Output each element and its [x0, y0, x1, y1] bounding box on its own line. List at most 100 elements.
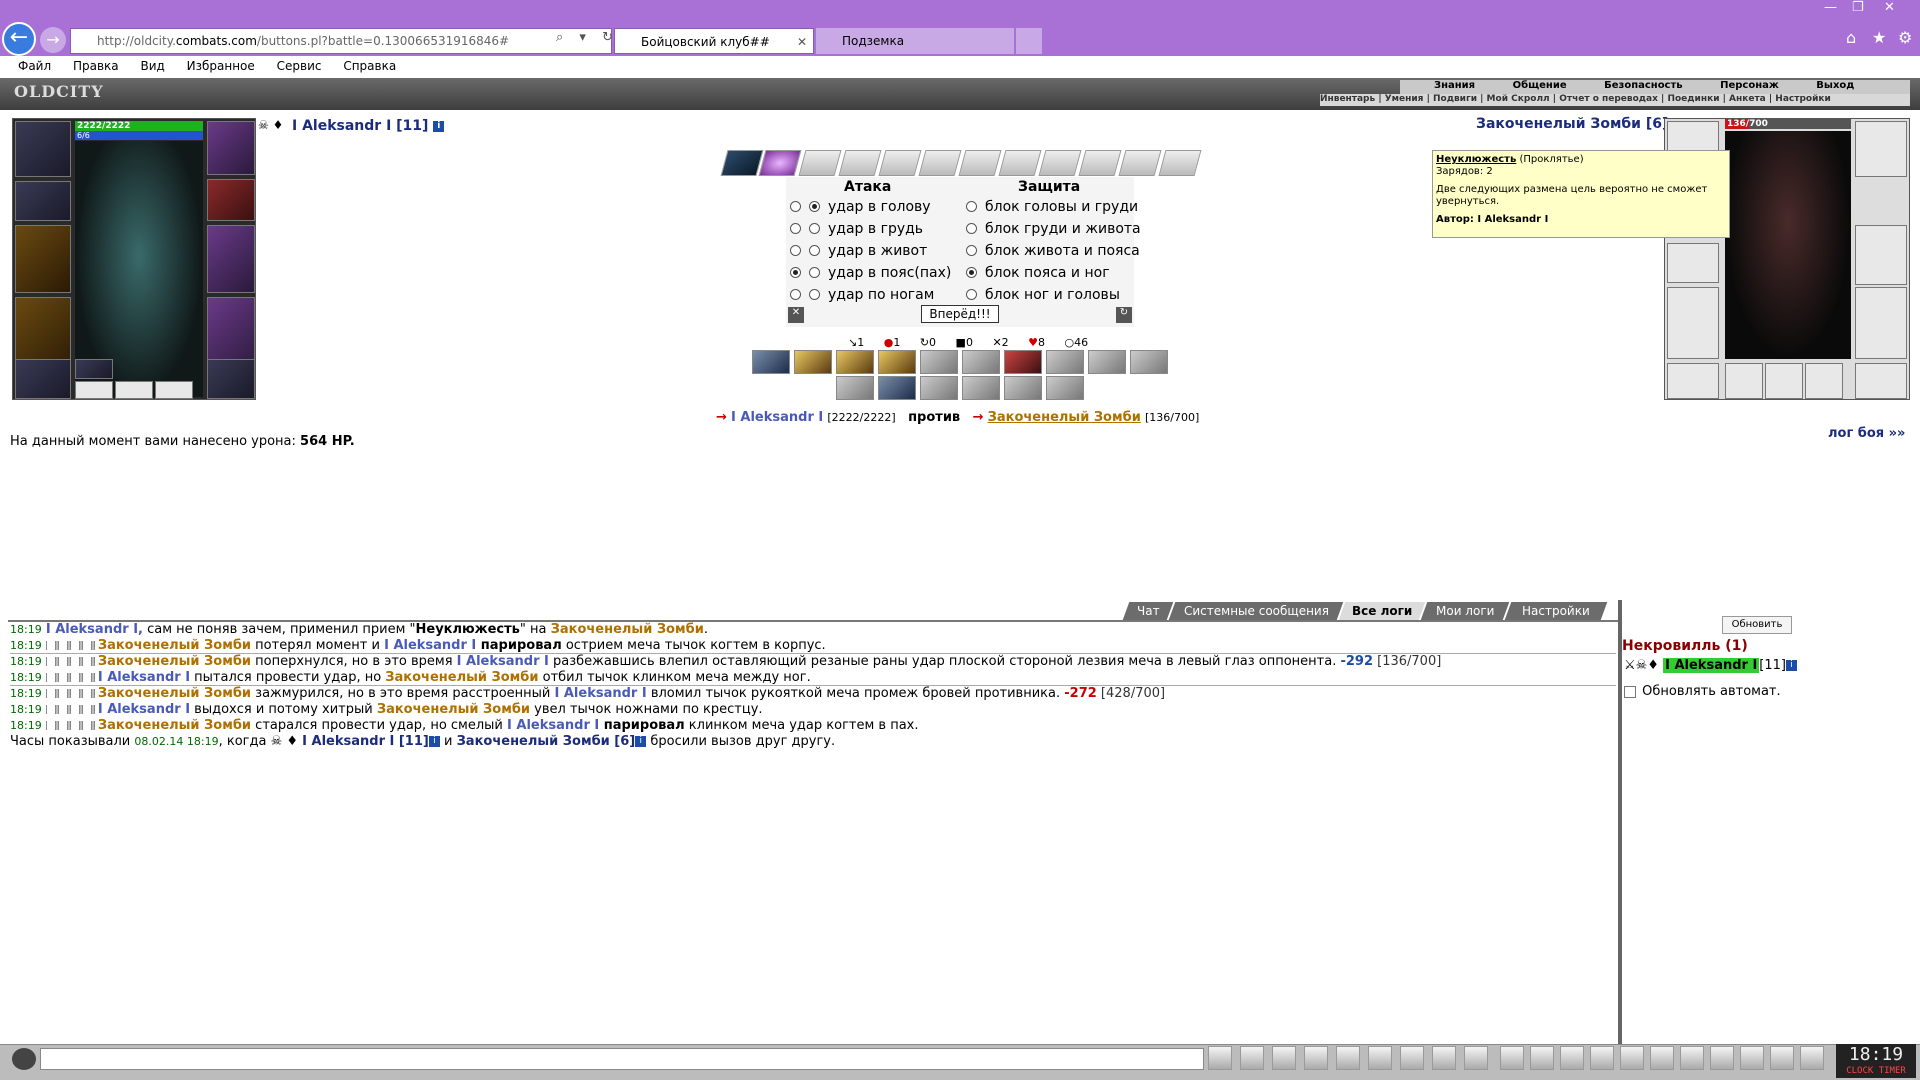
- amulet-icon[interactable]: [1590, 1046, 1614, 1070]
- nav-exit[interactable]: Выход: [1816, 80, 1854, 91]
- armor-slot[interactable]: [1667, 287, 1719, 359]
- skill-slot[interactable]: [1118, 150, 1162, 176]
- search-icon[interactable]: ⌕ ▾ ↻: [556, 30, 619, 45]
- tactic-button[interactable]: [794, 350, 832, 374]
- attack-radio[interactable]: [809, 244, 820, 256]
- menu-file[interactable]: Файл: [18, 59, 51, 73]
- tactic-button[interactable]: [1046, 376, 1084, 400]
- vs-enemy[interactable]: Закоченелый Зомби: [988, 410, 1141, 425]
- sound-icon[interactable]: [1400, 1046, 1424, 1070]
- refresh-button[interactable]: Обновить: [1722, 616, 1792, 634]
- ring-slot[interactable]: [1805, 363, 1843, 399]
- tactic-button[interactable]: [962, 350, 1000, 374]
- info-icon[interactable]: i: [433, 120, 445, 132]
- skill-slot[interactable]: [1038, 150, 1082, 176]
- weapon-slot[interactable]: [15, 225, 71, 293]
- ring-slot[interactable]: [75, 359, 113, 379]
- info-icon[interactable]: i: [1785, 660, 1797, 671]
- alt-attack-radio[interactable]: [790, 222, 801, 234]
- auto-refresh-checkbox[interactable]: [1624, 685, 1636, 698]
- chat-input[interactable]: [40, 1048, 1204, 1070]
- empty-slot[interactable]: [155, 381, 193, 399]
- skill-slot-active[interactable]: [758, 150, 802, 176]
- block-radio[interactable]: [966, 288, 977, 300]
- forward-button[interactable]: →: [40, 27, 66, 53]
- tactic-button[interactable]: [1046, 350, 1084, 374]
- translit-icon[interactable]: [1368, 1046, 1392, 1070]
- attack-option-head[interactable]: удар в голову: [790, 199, 931, 215]
- smile-icon[interactable]: [1432, 1046, 1456, 1070]
- attack-radio[interactable]: [809, 200, 820, 212]
- minimize-icon[interactable]: —: [1824, 0, 1837, 15]
- tab-all-logs[interactable]: Все логи: [1338, 602, 1426, 620]
- belt-slot[interactable]: [15, 359, 71, 399]
- camera-icon[interactable]: [1464, 1046, 1488, 1070]
- potion-icon[interactable]: [1560, 1046, 1584, 1070]
- alt-attack-radio[interactable]: [790, 244, 801, 256]
- filter-icon[interactable]: [1272, 1046, 1296, 1070]
- attack-radio[interactable]: [809, 288, 820, 300]
- nav-knowledge[interactable]: Знания: [1434, 80, 1475, 91]
- amulet-slot[interactable]: [1855, 121, 1907, 177]
- tactic-button[interactable]: [962, 376, 1000, 400]
- message-icon[interactable]: [1770, 1046, 1794, 1070]
- attack-radio[interactable]: [809, 222, 820, 234]
- attack-option-groin[interactable]: удар в пояс(пах): [790, 265, 951, 281]
- block-option[interactable]: блок головы и груди: [966, 199, 1138, 215]
- nav-communication[interactable]: Общение: [1513, 80, 1567, 91]
- tactic-button[interactable]: [878, 376, 916, 400]
- tab-settings[interactable]: Настройки: [1504, 602, 1608, 620]
- new-tab-button[interactable]: [1016, 28, 1042, 54]
- shield-icon[interactable]: ✕: [788, 307, 804, 323]
- skill-slot[interactable]: [918, 150, 962, 176]
- tactic-button[interactable]: [1088, 350, 1126, 374]
- clan-icon[interactable]: [1740, 1046, 1764, 1070]
- nav-security[interactable]: Безопасность: [1604, 80, 1683, 91]
- home-icon[interactable]: ⌂: [1846, 28, 1856, 47]
- attack-radio[interactable]: [809, 266, 820, 278]
- close-icon[interactable]: ✕: [797, 29, 807, 53]
- tactic-button[interactable]: [1004, 376, 1042, 400]
- scroll-icon[interactable]: [1530, 1046, 1554, 1070]
- block-radio[interactable]: [966, 266, 977, 278]
- skill-slot[interactable]: [1158, 150, 1202, 176]
- tactic-button[interactable]: [836, 350, 874, 374]
- attack-option-chest[interactable]: удар в грудь: [790, 221, 923, 237]
- block-option[interactable]: блок ног и головы: [966, 287, 1120, 303]
- gloves-slot[interactable]: [207, 179, 255, 221]
- refresh-icon[interactable]: ↻: [1116, 307, 1132, 323]
- belt-slot[interactable]: [1667, 363, 1719, 399]
- skill-slot-active[interactable]: [720, 150, 764, 176]
- online-user-name[interactable]: I Aleksandr I: [1663, 658, 1760, 673]
- bag-icon[interactable]: [1650, 1046, 1674, 1070]
- enemy-name[interactable]: Закоченелый Зомби [6] i: [1476, 116, 1685, 132]
- alt-attack-radio[interactable]: [790, 200, 801, 212]
- gear-icon[interactable]: ⚙: [1898, 28, 1912, 47]
- ring-slot[interactable]: [1765, 363, 1803, 399]
- armor-icon[interactable]: [1680, 1046, 1704, 1070]
- alt-attack-radio[interactable]: [790, 288, 801, 300]
- block-radio[interactable]: [966, 244, 977, 256]
- boots-slot[interactable]: [1855, 363, 1907, 399]
- nav-character[interactable]: Персонаж: [1720, 80, 1779, 91]
- tactic-button[interactable]: [752, 350, 790, 374]
- skill-slot[interactable]: [958, 150, 1002, 176]
- tool-icon[interactable]: [1620, 1046, 1644, 1070]
- skill-slot[interactable]: [838, 150, 882, 176]
- skill-slot[interactable]: [798, 150, 842, 176]
- menu-view[interactable]: Вид: [140, 59, 164, 73]
- block-option[interactable]: блок груди и живота: [966, 221, 1141, 237]
- online-user[interactable]: ⚔☠♦ I Aleksandr I [11] i: [1624, 658, 1797, 673]
- auto-refresh[interactable]: Обновлять автомат.: [1624, 684, 1781, 699]
- battle-log-link[interactable]: лог боя »»: [1828, 426, 1905, 441]
- alt-attack-radio[interactable]: [790, 266, 801, 278]
- skill-slot[interactable]: [1078, 150, 1122, 176]
- tab-system-messages[interactable]: Системные сообщения: [1168, 602, 1344, 620]
- tactic-button[interactable]: [1004, 350, 1042, 374]
- go-button[interactable]: Вперёд!!!: [921, 305, 999, 323]
- vs-player[interactable]: I Aleksandr I: [731, 410, 823, 425]
- send-icon[interactable]: [1208, 1046, 1232, 1070]
- fight-icon[interactable]: [1336, 1046, 1360, 1070]
- ring-slot[interactable]: [1725, 363, 1763, 399]
- block-option[interactable]: блок пояса и ног: [966, 265, 1110, 281]
